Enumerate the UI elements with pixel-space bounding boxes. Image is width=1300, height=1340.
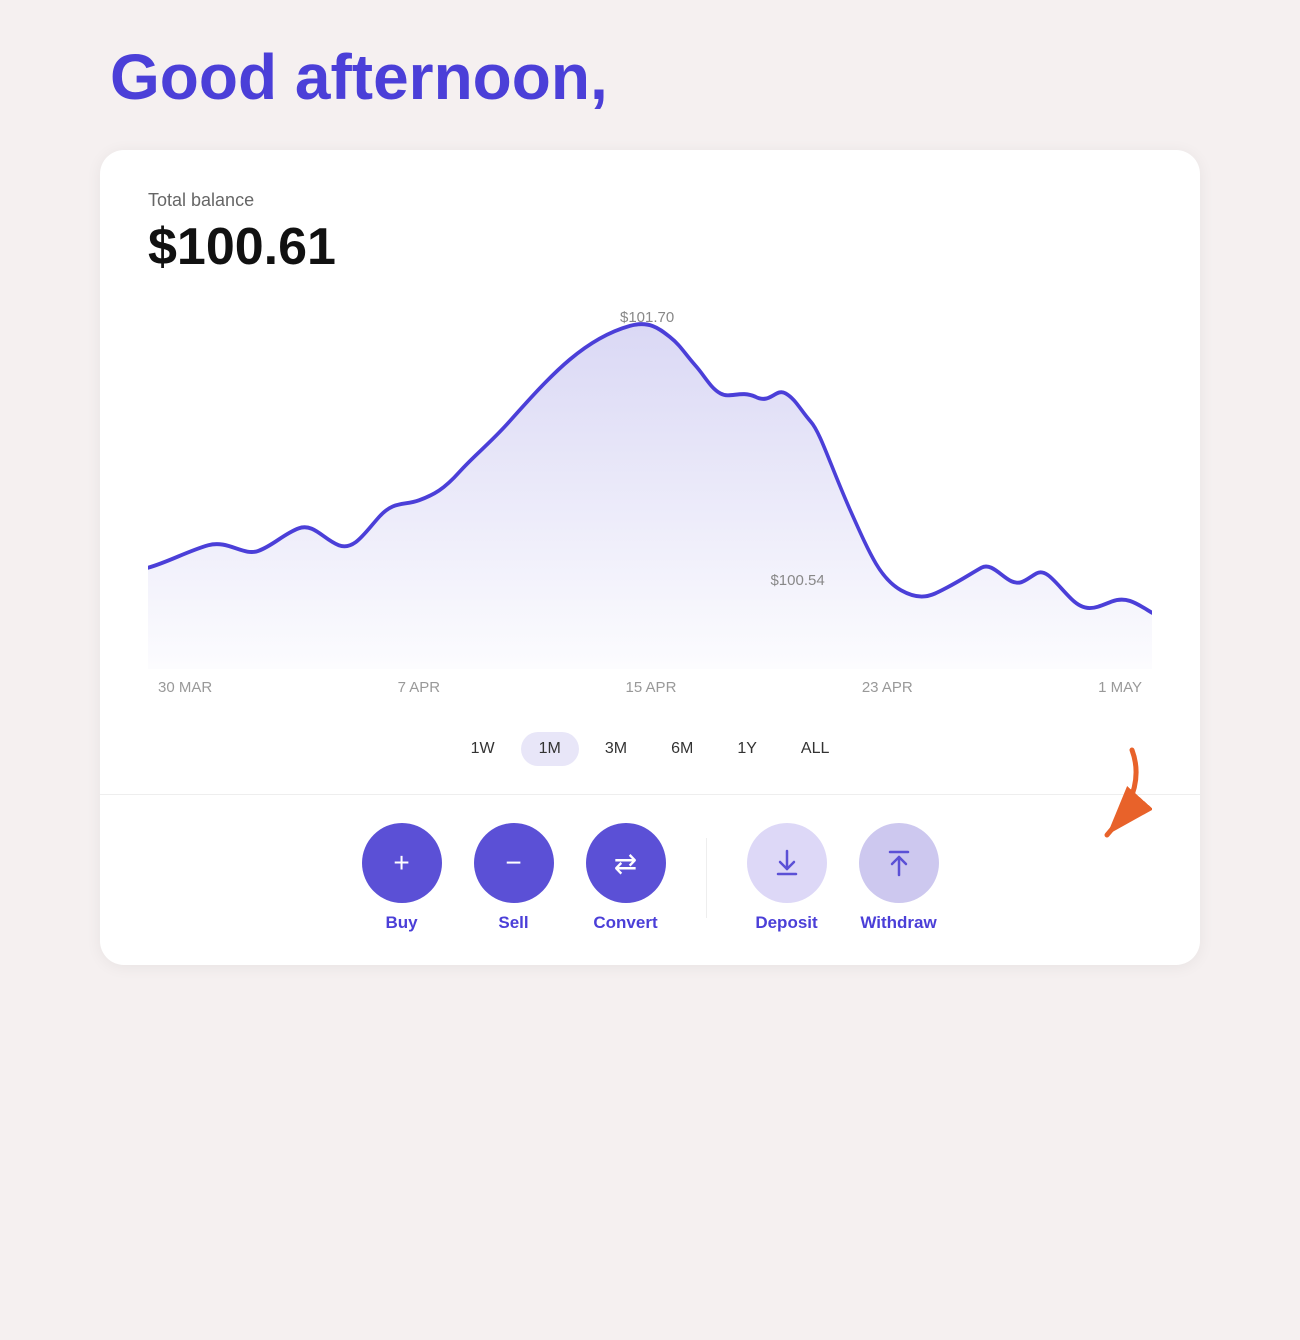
- filter-6m[interactable]: 6M: [653, 732, 711, 766]
- time-filters: 1W 1M 3M 6M 1Y ALL: [148, 716, 1152, 794]
- convert-button[interactable]: ⇄: [586, 823, 666, 903]
- x-axis-labels: 30 MAR 7 APR 15 APR 23 APR 1 MAY: [148, 669, 1152, 696]
- main-card: Total balance $100.61 $101.70 $100.54: [100, 150, 1200, 965]
- withdraw-button[interactable]: [859, 823, 939, 903]
- filter-1m[interactable]: 1M: [521, 732, 579, 766]
- buy-label: Buy: [385, 913, 417, 933]
- action-buttons: + Buy − Sell ⇄ Convert: [148, 795, 1152, 965]
- deposit-icon: [771, 847, 803, 879]
- action-item-sell: − Sell: [474, 823, 554, 933]
- x-label-30mar: 30 MAR: [158, 679, 212, 696]
- convert-icon: ⇄: [614, 847, 637, 880]
- filter-3m[interactable]: 3M: [587, 732, 645, 766]
- withdraw-icon: [883, 847, 915, 879]
- page-wrapper: Good afternoon, Total balance $100.61 $1…: [100, 40, 1200, 965]
- x-label-15apr: 15 APR: [626, 679, 677, 696]
- convert-label: Convert: [593, 913, 657, 933]
- chart-svg: [148, 309, 1152, 669]
- action-item-withdraw: Withdraw: [859, 823, 939, 933]
- balance-label: Total balance: [148, 190, 1152, 211]
- deposit-label: Deposit: [755, 913, 817, 933]
- sell-label: Sell: [498, 913, 528, 933]
- action-divider: [706, 838, 707, 918]
- sell-button[interactable]: −: [474, 823, 554, 903]
- chart-peak-label: $101.70: [620, 309, 674, 326]
- action-item-convert: ⇄ Convert: [586, 823, 666, 933]
- sell-icon: −: [505, 847, 521, 879]
- filter-1y[interactable]: 1Y: [719, 732, 775, 766]
- balance-value: $100.61: [148, 217, 1152, 277]
- action-item-buy: + Buy: [362, 823, 442, 933]
- filter-all[interactable]: ALL: [783, 732, 847, 766]
- x-label-1may: 1 MAY: [1098, 679, 1142, 696]
- deposit-button[interactable]: [747, 823, 827, 903]
- x-label-7apr: 7 APR: [398, 679, 441, 696]
- buy-icon: +: [393, 847, 409, 879]
- chart-trough-label: $100.54: [770, 572, 824, 589]
- action-item-deposit: Deposit: [747, 823, 827, 933]
- portfolio-chart: $101.70 $100.54: [148, 309, 1152, 669]
- filter-1w[interactable]: 1W: [453, 732, 513, 766]
- greeting: Good afternoon,: [100, 40, 1200, 114]
- withdraw-label: Withdraw: [860, 913, 936, 933]
- buy-button[interactable]: +: [362, 823, 442, 903]
- x-label-23apr: 23 APR: [862, 679, 913, 696]
